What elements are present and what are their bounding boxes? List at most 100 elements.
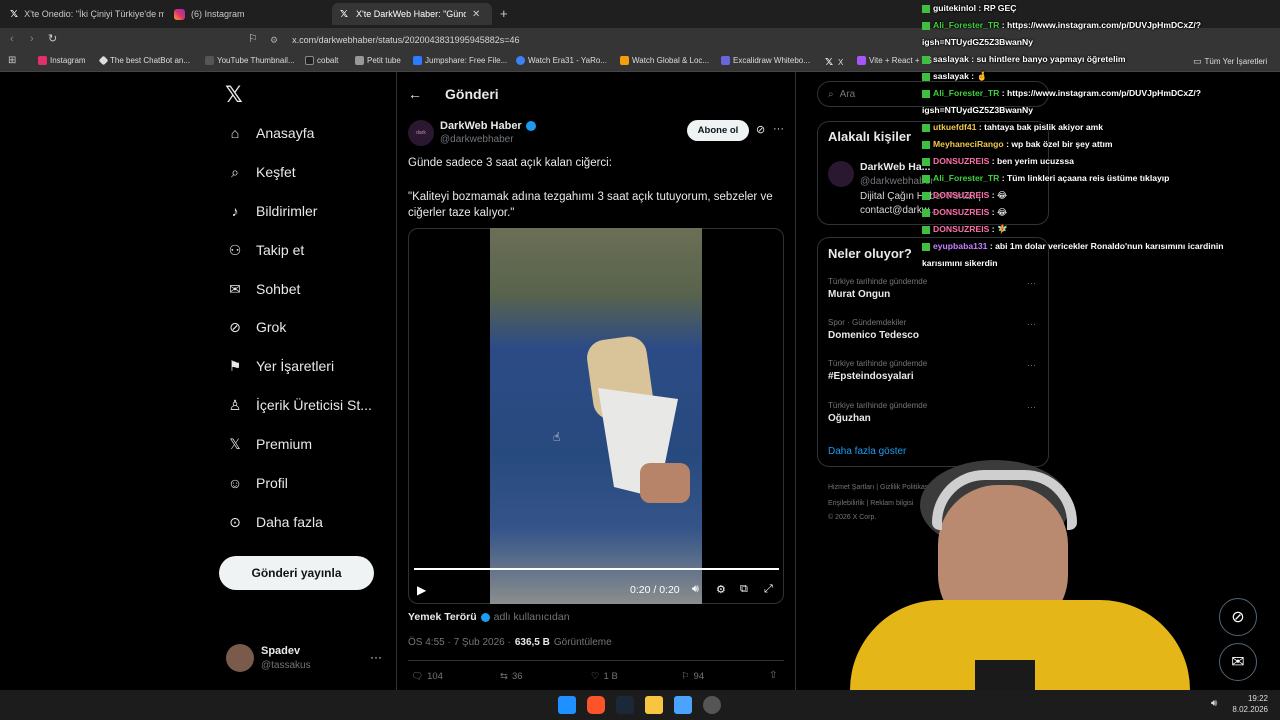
grok-icon: ⊘ bbox=[229, 318, 241, 335]
url-text: x.com/darkwebhaber/status/20200438319959… bbox=[292, 35, 520, 45]
play-icon[interactable]: ▶ bbox=[417, 583, 426, 597]
bookmark-item[interactable]: Watch Global & Loc... bbox=[620, 56, 709, 65]
chat-separator: : bbox=[989, 156, 997, 166]
site-info-icon[interactable]: ⚙ bbox=[270, 35, 278, 46]
trend-item[interactable]: Türkiye tarihinde gündemde #Epsteindosyal… bbox=[828, 359, 1038, 382]
settings-icon[interactable]: ⚙ bbox=[716, 583, 726, 596]
more-icon[interactable]: ··· bbox=[1027, 278, 1036, 288]
related-name[interactable]: DarkWeb Ha... bbox=[860, 161, 930, 173]
fullscreen-icon[interactable]: ⤢ bbox=[764, 583, 773, 596]
bookmark-item[interactable]: Petit tube bbox=[355, 56, 401, 65]
video-credit[interactable]: Yemek Terörü adlı kullanıcıdan bbox=[408, 611, 570, 623]
x-logo-icon: 𝕏 bbox=[339, 8, 349, 20]
nav-chat[interactable]: ✉ Sohbet bbox=[226, 280, 300, 298]
url-field[interactable]: ⚙ x.com/darkwebhaber/status/202004383199… bbox=[270, 31, 910, 49]
subscribe-button[interactable]: Abone ol bbox=[687, 120, 749, 141]
chat-username: Ali_Forester_TR bbox=[933, 20, 1000, 30]
browser-tab-active[interactable]: 𝕏 X'te DarkWeb Haber: "Günde... ✕ bbox=[332, 3, 492, 25]
like-button[interactable]: ♡ 1 B bbox=[591, 671, 618, 682]
bookmark-item[interactable]: Jumpshare: Free File... bbox=[413, 56, 507, 65]
obs-icon[interactable] bbox=[703, 696, 721, 714]
bookmark-item[interactable]: The best ChatBot an... bbox=[98, 55, 190, 66]
start-icon[interactable] bbox=[558, 696, 576, 714]
bookmark-button[interactable]: ⚐ 94 bbox=[681, 671, 704, 682]
grok-fab[interactable]: ⊘ bbox=[1219, 598, 1257, 636]
volume-icon[interactable]: 🔊︎ bbox=[1211, 698, 1217, 709]
nav-more[interactable]: ⊙ Daha fazla bbox=[226, 513, 323, 531]
bookmark-item[interactable]: Excalidraw Whitebo... bbox=[721, 56, 810, 65]
post-button[interactable]: Gönderi yayınla bbox=[219, 556, 374, 590]
close-icon[interactable]: ✕ bbox=[472, 9, 480, 20]
author-avatar[interactable]: dark bbox=[408, 120, 434, 146]
reply-button[interactable]: 🗨︎ 104 bbox=[411, 671, 443, 682]
bookmark-item[interactable]: Watch Era31 - YaRo... bbox=[516, 56, 607, 65]
vite-icon bbox=[857, 56, 866, 65]
back-icon[interactable]: ‹ bbox=[10, 33, 14, 45]
steam-icon[interactable] bbox=[616, 696, 634, 714]
chat-username: eyupbaba131 bbox=[933, 241, 988, 251]
bookmark-item[interactable]: Instagram bbox=[38, 56, 86, 65]
nav-grok[interactable]: ⊘ Grok bbox=[226, 318, 286, 336]
more-icon[interactable]: ··· bbox=[370, 650, 382, 664]
share-icon[interactable]: ⇧ bbox=[769, 670, 777, 681]
search-icon: ⌕ bbox=[231, 163, 239, 180]
folder-icon[interactable] bbox=[645, 696, 663, 714]
volume-icon[interactable]: 🔊︎ bbox=[692, 583, 699, 596]
badge-icon bbox=[922, 191, 930, 200]
chat-separator: : bbox=[999, 20, 1008, 30]
avatar[interactable] bbox=[226, 644, 254, 672]
cobalt-icon bbox=[305, 56, 314, 65]
back-arrow-icon[interactable]: ← bbox=[408, 86, 422, 102]
heart-icon: ♡ bbox=[591, 671, 600, 682]
nav-home[interactable]: ⌂ Anasayfa bbox=[226, 124, 315, 142]
grok-icon[interactable]: ⊘ bbox=[756, 123, 765, 136]
trend-item[interactable]: Türkiye tarihinde gündemde Oğuzhan bbox=[828, 401, 1038, 424]
bookmark-item[interactable]: YouTube Thumbnail... bbox=[205, 56, 295, 65]
nav-premium[interactable]: 𝕏 Premium bbox=[226, 435, 312, 453]
nav-creator-studio[interactable]: ♙ İçerik Üreticisi St... bbox=[226, 396, 372, 414]
app-icon[interactable] bbox=[674, 696, 692, 714]
nav-explore[interactable]: ⌕ Keşfet bbox=[226, 163, 296, 181]
pip-icon[interactable]: ⧉ bbox=[740, 583, 748, 596]
chat-separator: : bbox=[989, 224, 997, 234]
new-tab-icon[interactable]: + bbox=[500, 6, 508, 21]
instagram-icon bbox=[38, 56, 47, 65]
browser-tab[interactable]: (6) Instagram bbox=[168, 3, 328, 25]
bookmark-page-icon[interactable]: ⚐ bbox=[248, 32, 258, 45]
x-logo-icon[interactable]: 𝕏 bbox=[225, 82, 243, 108]
related-avatar[interactable] bbox=[828, 161, 854, 187]
more-icon[interactable]: ··· bbox=[1027, 402, 1036, 412]
brave-icon[interactable] bbox=[587, 696, 605, 714]
more-icon[interactable]: ··· bbox=[773, 123, 784, 135]
nav-follow[interactable]: ⚇ Takip et bbox=[226, 241, 305, 259]
trend-item[interactable]: Türkiye tarihinde gündemde Murat Ongun bbox=[828, 277, 1038, 300]
chat-username: MeyhaneciRango bbox=[933, 139, 1004, 149]
forward-icon[interactable]: › bbox=[30, 33, 34, 45]
clock-date: 8.02.2026 bbox=[1232, 705, 1268, 714]
bookmark-item[interactable]: Vite + React + TS bbox=[857, 56, 932, 65]
badge-icon bbox=[922, 21, 930, 30]
messages-fab[interactable]: ✉ bbox=[1219, 643, 1257, 681]
browser-tab[interactable]: 𝕏 X'te Onedio: "İki Çiniyi Türkiye'de m.… bbox=[4, 3, 164, 25]
nav-bookmarks[interactable]: ⚑ Yer İşaretleri bbox=[226, 357, 334, 375]
instagram-icon bbox=[174, 8, 185, 20]
chat-text: Tüm linkleri açaana reis üstüme tıklayıp bbox=[1007, 173, 1170, 183]
nav-profile[interactable]: ☺ Profil bbox=[226, 474, 288, 492]
verified-icon bbox=[480, 612, 490, 622]
trend-item[interactable]: Spor · Gündemdekiler Domenico Tedesco bbox=[828, 318, 1038, 341]
chat-message: Ali_Forester_TR : https://www.instagram.… bbox=[922, 17, 1252, 51]
account-name: Spadev bbox=[261, 645, 301, 657]
video-progress-track[interactable] bbox=[414, 568, 779, 570]
author-name-row[interactable]: DarkWeb Haber bbox=[440, 120, 536, 132]
taskbar bbox=[0, 690, 1280, 720]
repost-button[interactable]: ⇆ 36 bbox=[500, 671, 523, 682]
nav-notifications[interactable]: ♪ Bildirimler bbox=[226, 202, 318, 220]
more-icon[interactable]: ··· bbox=[1027, 360, 1036, 370]
bookmark-item[interactable]: cobalt bbox=[305, 56, 338, 65]
trends-title: Neler oluyor? bbox=[828, 246, 912, 261]
apps-grid-icon[interactable]: ⊞ bbox=[8, 55, 16, 66]
more-icon[interactable]: ··· bbox=[1027, 319, 1036, 329]
reload-icon[interactable]: ↻ bbox=[48, 32, 57, 45]
credit-name: Yemek Terörü bbox=[408, 611, 477, 623]
bookmark-item[interactable]: 𝕏X bbox=[823, 56, 843, 68]
